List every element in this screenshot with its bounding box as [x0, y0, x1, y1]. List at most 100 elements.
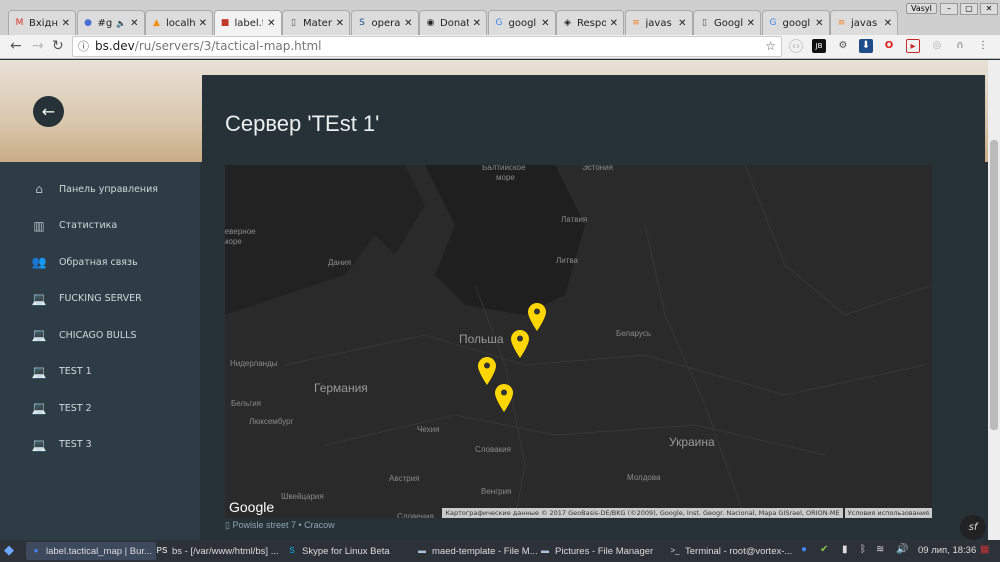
tab[interactable]: ▲ localh ✕	[145, 10, 213, 35]
circle-extension-icon[interactable]: ◎	[930, 39, 944, 53]
sidebar-item[interactable]: 💻 FUCKING SERVER	[0, 281, 200, 317]
codepen-icon: ◈	[564, 17, 571, 28]
terminal-icon: >_	[670, 546, 680, 555]
taskbar-item-label: label.tactical_map | Bur...	[46, 545, 152, 557]
close-tab-icon[interactable]: ✕	[541, 18, 549, 29]
map-marker[interactable]	[528, 303, 546, 331]
tab-title: Mater	[303, 17, 332, 29]
extension-icon[interactable]: ‹›	[789, 39, 803, 53]
tab[interactable]: ▯ Googl ✕	[693, 10, 761, 35]
sidebar-item[interactable]: 💻 CHICAGO BULLS	[0, 317, 200, 353]
clock[interactable]: 09 лип, 18:36	[918, 545, 976, 556]
info-icon[interactable]: ⓘ	[78, 37, 89, 56]
battery-icon[interactable]: ▮	[842, 544, 848, 555]
close-tab-icon[interactable]: ✕	[678, 18, 686, 29]
tab[interactable]: Sopera ✕	[350, 10, 419, 35]
close-tab-icon[interactable]: ✕	[815, 18, 823, 29]
taskbar: ◆ ● ✔ ▮ ᛒ ≋ 🔊 09 лип, 18:36 ▦ ● label.tac…	[0, 540, 1000, 562]
symfony-toolbar-icon[interactable]: sf	[960, 515, 986, 540]
sidebar-item-label: CHICAGO BULLS	[59, 329, 137, 341]
map-marker[interactable]	[495, 384, 513, 412]
close-tab-icon[interactable]: ✕	[747, 18, 755, 29]
sidebar-item[interactable]: ▥ Статистика	[0, 208, 200, 244]
close-tab-icon[interactable]: ✕	[884, 18, 892, 29]
tab[interactable]: ◉ Donat ✕	[419, 10, 487, 35]
map-marker[interactable]	[511, 330, 529, 358]
sidebar-item[interactable]: 💻 TEST 1	[0, 354, 200, 390]
back-button[interactable]: ←	[33, 96, 64, 127]
opera-extension-icon[interactable]: O	[882, 39, 896, 53]
close-tab-icon[interactable]: ✕	[199, 18, 207, 29]
map-label: Австрия	[389, 474, 420, 483]
map-label: Бельгия	[231, 399, 261, 408]
close-window-button[interactable]: ✕	[980, 3, 998, 15]
map-marker[interactable]	[478, 357, 496, 385]
bookmark-star-icon[interactable]: ☆	[765, 37, 776, 56]
keyboard-layout-flag-icon[interactable]: ▦	[980, 544, 989, 555]
close-tab-icon[interactable]: ✕	[610, 18, 618, 29]
taskbar-item[interactable]: ▬ maed-template - File M...	[412, 542, 542, 560]
sidebar-item[interactable]: 💻 TEST 2	[0, 390, 200, 426]
back-icon[interactable]: ←	[10, 38, 22, 54]
wifi-icon[interactable]: ≋	[876, 544, 884, 555]
taskbar-item[interactable]: ● label.tactical_map | Bur...	[26, 542, 156, 560]
tab[interactable]: ■ label.t ✕	[213, 10, 282, 35]
document-icon: ▯	[702, 17, 707, 28]
tab[interactable]: Ggoogl ✕	[761, 10, 830, 35]
tactical-map[interactable]: БалтийскоемореЭстонияСеверноемореЛатвияД…	[225, 165, 932, 518]
close-tab-icon[interactable]: ✕	[62, 18, 70, 29]
tab[interactable]: ≡ javas ✕	[624, 10, 693, 35]
donate-icon: ◉	[426, 17, 435, 28]
jetbrains-extension-icon[interactable]: JB	[812, 39, 826, 53]
laptop-icon: 💻	[31, 401, 47, 415]
scrollbar-thumb[interactable]	[990, 140, 998, 430]
sidebar-item[interactable]: 💻 TEST 3	[0, 427, 200, 463]
update-tray-icon[interactable]: ✔	[820, 544, 828, 555]
magnet-extension-icon[interactable]: ∩	[953, 39, 967, 53]
tab[interactable]: Ggoogl ✕	[487, 10, 556, 35]
map-label: Чехия	[417, 425, 440, 434]
laptop-icon: 💻	[31, 437, 47, 452]
location-icon: ▯	[225, 520, 230, 530]
gear-extension-icon[interactable]: ⚙	[836, 39, 850, 53]
close-tab-icon[interactable]: ✕	[130, 18, 138, 29]
phpstorm-icon: PS	[156, 546, 168, 555]
download-extension-icon[interactable]: ⬇	[859, 39, 873, 53]
tab[interactable]: ▯ Mater ✕	[282, 10, 350, 35]
close-tab-icon[interactable]: ✕	[336, 18, 344, 29]
menu-icon[interactable]: ⋮	[976, 39, 990, 53]
sidebar-item-label: TEST 1	[59, 366, 92, 377]
sidebar-item[interactable]: ⌂ Панель управления	[0, 171, 200, 207]
tab[interactable]: ● #g 🔈 ✕	[76, 10, 145, 35]
site-icon: ■	[220, 17, 230, 28]
close-tab-icon[interactable]: ✕	[404, 18, 412, 29]
laptop-icon: 💻	[31, 364, 47, 379]
address-bar[interactable]: ⓘ bs.dev/ru/servers/3/tactical-map.html …	[72, 36, 782, 57]
sidebar-item[interactable]: 👥 Обратная связь	[0, 244, 200, 280]
tab[interactable]: ≡ javas ✕	[830, 10, 898, 35]
media-extension-icon[interactable]: ▸	[906, 39, 920, 53]
bs-icon: S	[359, 17, 365, 28]
tab[interactable]: ◈ Respo ✕	[556, 10, 624, 35]
taskbar-item-label: Pictures - File Manager	[555, 545, 654, 557]
tab[interactable]: M Вхідні ✕	[8, 10, 76, 35]
close-tab-icon[interactable]: ✕	[267, 18, 275, 29]
profile-button[interactable]: Vasyl	[906, 3, 937, 14]
forward-icon[interactable]: →	[32, 38, 44, 54]
audio-icon[interactable]: 🔈	[116, 19, 126, 28]
chrome-tray-icon[interactable]: ●	[801, 544, 807, 555]
google-icon: G	[769, 17, 777, 28]
taskbar-item[interactable]: PS bs - [/var/www/html/bs] ...	[152, 542, 283, 560]
maximize-button[interactable]: ▢	[960, 3, 978, 15]
minimize-button[interactable]: –	[940, 3, 958, 15]
reload-icon[interactable]: ↻	[52, 38, 64, 54]
taskbar-item[interactable]: S Skype for Linux Beta	[282, 542, 394, 560]
close-tab-icon[interactable]: ✕	[473, 18, 481, 29]
taskbar-item-label: Skype for Linux Beta	[302, 545, 390, 557]
terms-link[interactable]: Условия использования	[844, 508, 932, 518]
start-menu-icon[interactable]: ◆	[4, 542, 14, 558]
volume-icon[interactable]: 🔊	[896, 544, 908, 555]
taskbar-item[interactable]: >_ Terminal - root@vortex-...	[665, 542, 796, 560]
taskbar-item[interactable]: ▬ Pictures - File Manager	[535, 542, 657, 560]
bluetooth-icon[interactable]: ᛒ	[860, 544, 866, 555]
